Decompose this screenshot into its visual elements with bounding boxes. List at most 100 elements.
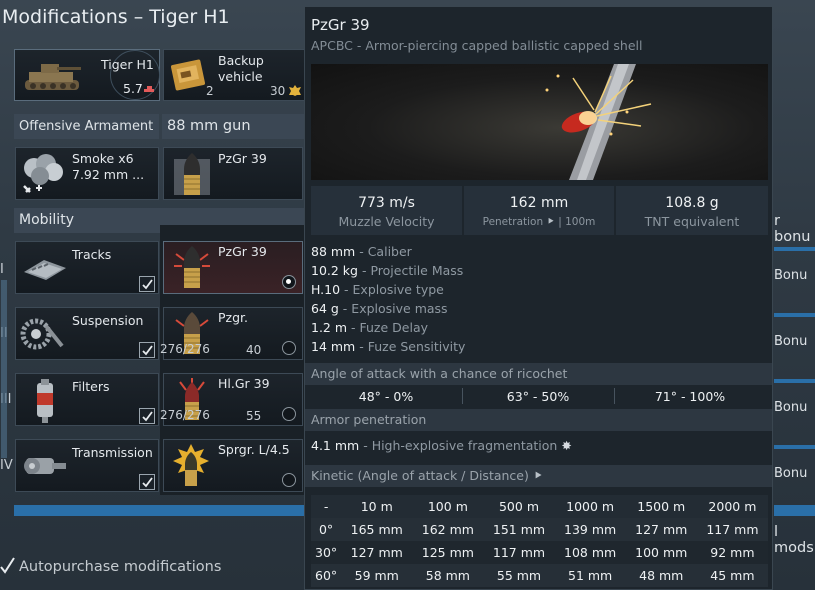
prop-caliber: 88 mm - Caliber [311, 244, 412, 259]
shell-stock: 276/276 [160, 342, 210, 356]
mod-checkbox[interactable] [139, 408, 155, 424]
prop-projectile-mass: 10.2 kg - Projectile Mass [311, 263, 464, 278]
shell-item[interactable]: Sprgr. L/4.5 [163, 439, 303, 492]
stat-muzzle-velocity: 773 m/s Muzzle Velocity [311, 186, 462, 235]
bonus-bar [774, 379, 815, 383]
table-header-cell: - [323, 499, 329, 514]
backup-vehicle-card[interactable]: Backup vehicle 2 30 [163, 49, 305, 101]
prop-he-fragmentation: 4.1 mm - High-explosive fragmentation ✸ [311, 438, 572, 453]
mod-filters[interactable]: Filters [15, 373, 159, 426]
smoke-card[interactable]: Smoke x6 7.92 mm ... [15, 147, 159, 200]
mod-checkbox[interactable] [139, 474, 155, 490]
section-offensive-armament: Offensive Armament [14, 114, 159, 139]
shell-select-radio[interactable] [282, 275, 296, 289]
ricochet-value: 71° - 100% [654, 389, 726, 404]
smoke-label: Smoke x6 [72, 151, 134, 166]
table-header-cell: 500 m [498, 499, 539, 514]
table-cell: 100 mm [635, 545, 688, 560]
ricochet-header: Angle of attack with a chance of ricoche… [305, 363, 772, 385]
table-cell: 127 mm [635, 522, 688, 537]
transmission-icon [24, 458, 66, 474]
ricochet-value: 63° - 50% [506, 389, 570, 404]
mod-transmission[interactable]: Transmission [15, 439, 159, 492]
shell-card-top[interactable]: PzGr 39 [163, 147, 303, 200]
stat-tnt-equivalent: 108.8 g TNT equivalent [616, 186, 768, 235]
prop-fuze-sensitivity: 14 mm - Fuze Sensitivity [311, 339, 466, 354]
vehicle-name: Tiger H1 [101, 57, 154, 72]
table-cell: 92 mm [710, 545, 755, 560]
table-header-cell: 100 m [427, 499, 468, 514]
table-cell: 60° [315, 568, 338, 583]
table-header-row: - 10 m 100 m 500 m 1000 m 1500 m 2000 m [311, 495, 768, 518]
shell-top-name: PzGr 39 [218, 151, 267, 166]
shell-name: Pzgr. [218, 310, 248, 325]
table-cell: 48 mm [639, 568, 684, 583]
table-cell: 108 mm [564, 545, 617, 560]
autopurchase-checkbox[interactable] [0, 556, 16, 576]
vehicle-card[interactable]: Tiger H1 5.7 [14, 49, 160, 101]
bonus-label: Bonu [774, 334, 808, 349]
autopurchase-label: Autopurchase modifications [19, 559, 222, 575]
table-cell: 0° [318, 522, 334, 537]
shell-select-radio[interactable] [282, 407, 296, 421]
mod-label: Suspension [72, 313, 144, 328]
backup-cost: 30 [270, 84, 286, 98]
table-cell: 45 mm [710, 568, 755, 583]
table-cell: 127 mm [350, 545, 403, 560]
table-header-cell: 2000 m [708, 499, 757, 514]
tooltip-description: APCBC - Armor-piercing capped ballistic … [311, 38, 643, 53]
filter-icon [37, 379, 53, 423]
shell-item[interactable]: PzGr 39 [163, 241, 303, 294]
prop-explosive-mass: 64 g - Explosive mass [311, 301, 448, 316]
shell-select-radio[interactable] [282, 341, 296, 355]
penetration-arrow-icon: ⯈ [532, 468, 543, 483]
prop-fuze-delay: 1.2 m - Fuze Delay [311, 320, 428, 335]
table-cell: 165 mm [350, 522, 403, 537]
table-cell: 139 mm [564, 522, 617, 537]
section-weapon: 88 mm gun [162, 114, 304, 139]
table-cell: 117 mm [492, 545, 546, 560]
stat-label: Muzzle Velocity [338, 214, 435, 229]
eagle-icon [289, 85, 301, 96]
backup-vehicle-icon [170, 59, 206, 91]
mod-tracks[interactable]: Tracks [15, 241, 159, 294]
progress-bar-right [774, 505, 815, 516]
tier-label: I [0, 262, 4, 277]
tracks-icon [24, 260, 66, 280]
shell-select-radio[interactable] [282, 473, 296, 487]
tier-label: IV [0, 458, 13, 473]
ap-shell-icon [174, 153, 210, 195]
suspension-icon [20, 318, 64, 350]
table-row: 0° 165 mm 162 mm 151 mm 139 mm 127 mm 11… [311, 518, 768, 541]
stat-label: TNT equivalent [644, 214, 740, 229]
he-shell-icon [173, 444, 209, 486]
ground-vehicle-icon [144, 86, 154, 92]
armor-penetration-header: Armor penetration [305, 409, 772, 431]
mod-checkbox[interactable] [139, 342, 155, 358]
table-row: 30° 127 mm 125 mm 117 mm 108 mm 100 mm 9… [311, 541, 768, 564]
prop-explosive-type: H.10 - Explosive type [311, 282, 444, 297]
mod-checkbox[interactable] [139, 276, 155, 292]
shell-name: Sprgr. L/4.5 [218, 442, 290, 457]
penetration-arrow-icon: ⯈ [546, 216, 559, 228]
stat-penetration: 162 mm Penetration ⯈ | 100m [464, 186, 614, 235]
stat-value: 108.8 g [665, 195, 719, 211]
shell-ammo-count: 55 [246, 409, 262, 423]
backup-label-line1: Backup [218, 53, 264, 68]
table-cell: 55 mm [496, 568, 542, 583]
shell-ammo-count: 40 [246, 343, 262, 357]
table-cell: 117 mm [706, 522, 759, 537]
ap-shell-icon [174, 246, 210, 288]
stat-label: Penetration [482, 216, 544, 228]
shell-name: PzGr 39 [218, 244, 267, 259]
stat-label-row: Penetration ⯈ | 100m [464, 216, 614, 229]
mod-suspension[interactable]: Suspension [15, 307, 159, 360]
stat-value: 162 mm [509, 195, 569, 211]
shell-tooltip: PzGr 39 APCBC - Armor-piercing capped ba… [304, 6, 773, 590]
bonus-bar [774, 313, 815, 317]
bonus-bar [774, 247, 815, 251]
table-cell: 30° [315, 545, 338, 560]
bonus-label: Bonu [774, 268, 808, 283]
tooltip-title: PzGr 39 [311, 16, 370, 34]
mod-label: Transmission [72, 445, 153, 460]
